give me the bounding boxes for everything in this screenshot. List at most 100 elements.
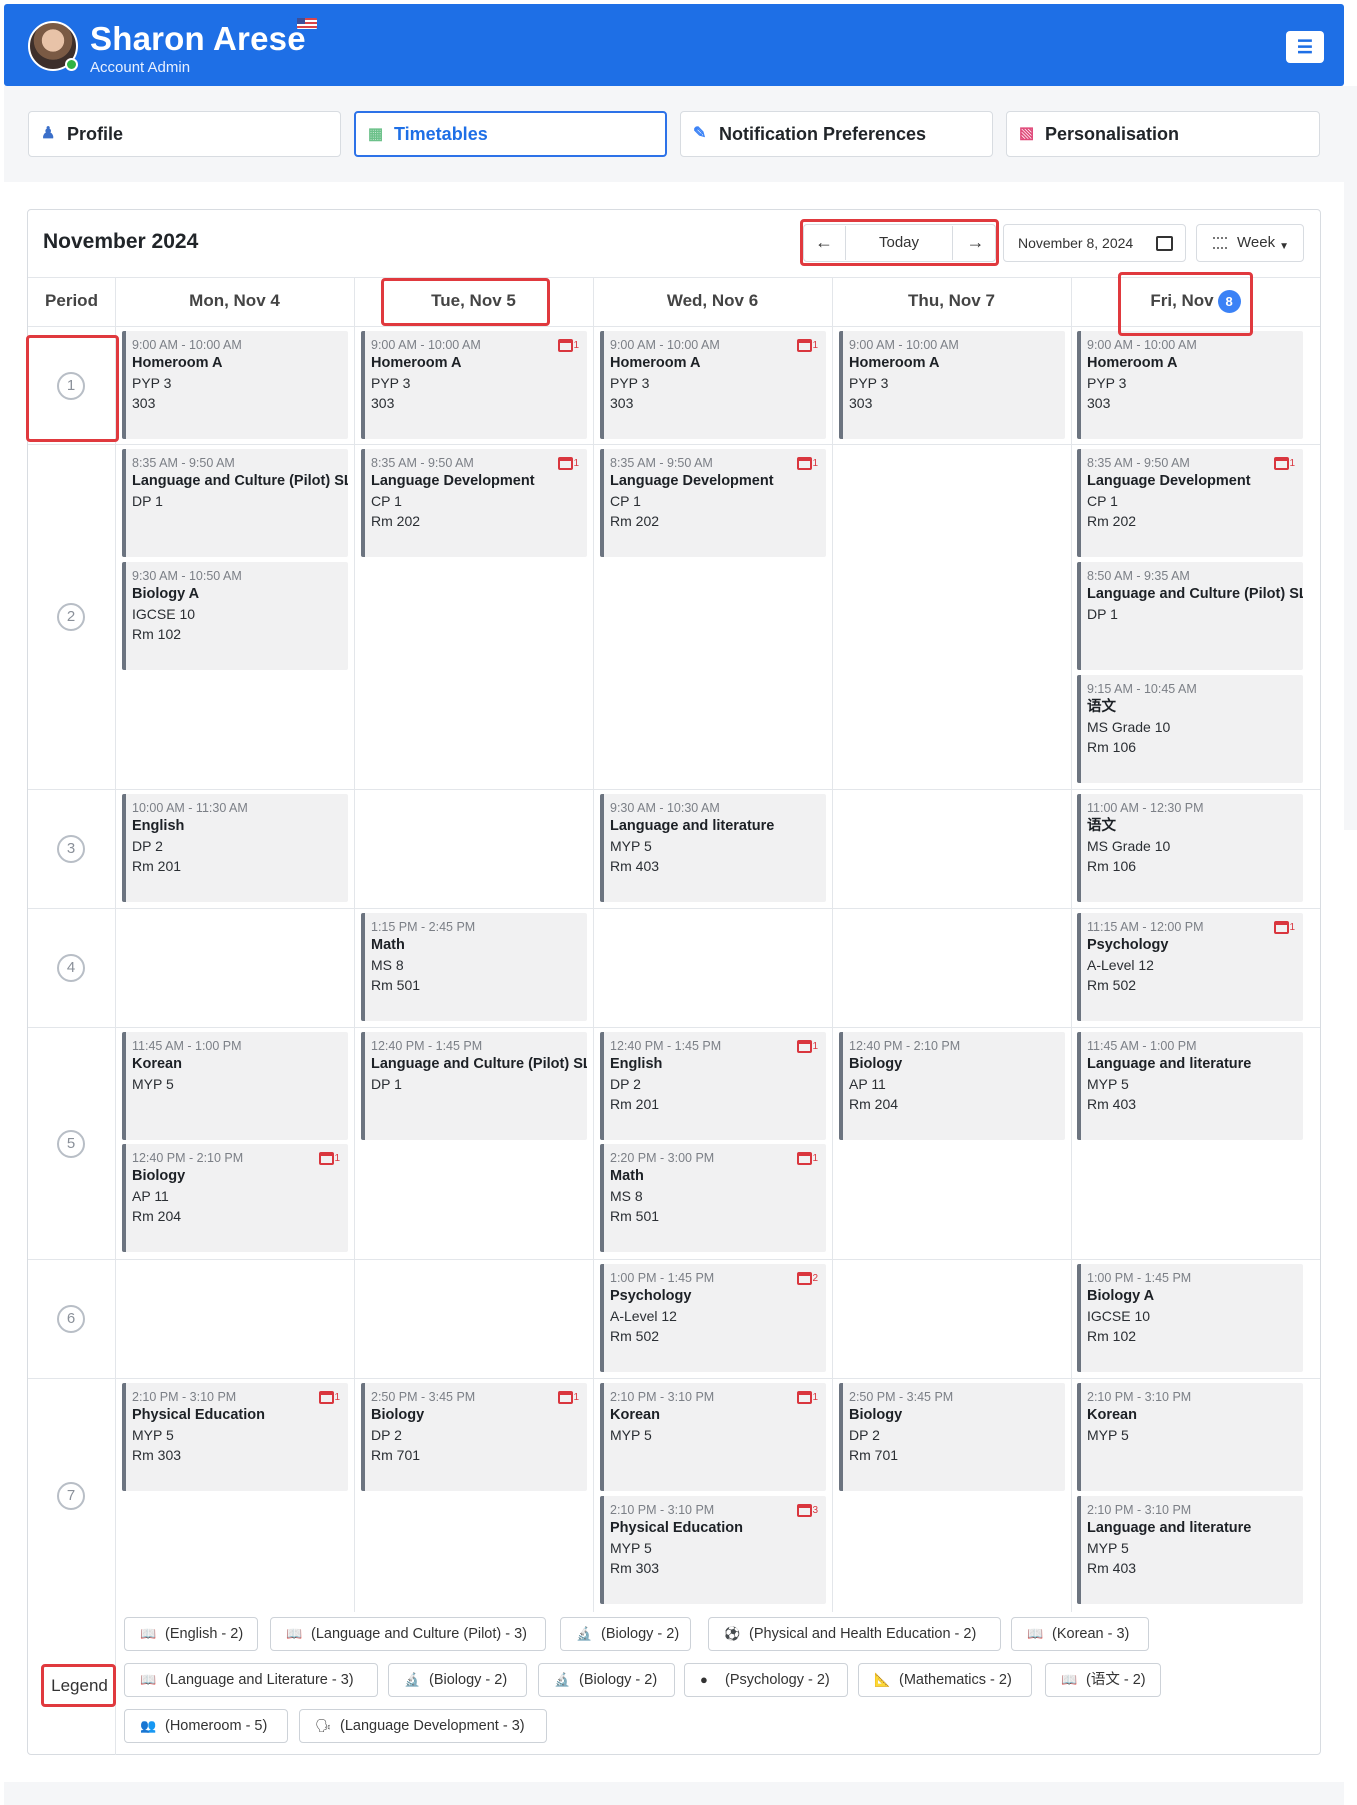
event-detail: Rm 106 <box>1087 858 1137 874</box>
event-detail: MS 8 <box>610 1188 643 1204</box>
calendar-alert-badge[interactable]: 1 <box>319 1152 340 1166</box>
legend-chip[interactable]: 📖 (Korean - 3) <box>1011 1617 1149 1651</box>
timetable-event[interactable]: 12:40 PM - 2:10 PM Biology AP 11 Rm 204 1 <box>122 1144 348 1252</box>
timetable-event[interactable]: 9:00 AM - 10:00 AM Homeroom A PYP 3 303 1 <box>600 331 826 439</box>
view-select[interactable]: Week ▼ <box>1196 224 1304 262</box>
tab-personalisation-label: Personalisation <box>1045 124 1180 144</box>
day-header-wed[interactable]: Wed, Nov 6 <box>593 278 832 326</box>
calendar-alert-badge[interactable]: 1 <box>797 339 818 353</box>
calendar-alert-icon <box>797 1391 813 1404</box>
timetable-event[interactable]: 9:15 AM - 10:45 AM 语文 MS Grade 10 Rm 106 <box>1077 675 1303 783</box>
day-header-tue[interactable]: Tue, Nov 5 <box>354 278 593 326</box>
calendar-alert-badge[interactable]: 1 <box>1274 921 1295 935</box>
event-name: English <box>610 1056 663 1072</box>
legend-chip[interactable]: 📐 (Mathematics - 2) <box>858 1663 1032 1697</box>
timetable-event[interactable]: 8:35 AM - 9:50 AM Language and Culture (P… <box>122 449 348 557</box>
legend-chip[interactable]: 🔬 (Biology - 2) <box>388 1663 527 1697</box>
timetable-event[interactable]: 9:30 AM - 10:30 AM Language and literatur… <box>600 794 826 902</box>
event-name: Biology <box>371 1407 425 1423</box>
event-time: 1:15 PM - 2:45 PM <box>371 920 476 934</box>
calendar-alert-badge[interactable]: 1 <box>319 1391 340 1405</box>
timetable-event[interactable]: 1:15 PM - 2:45 PM Math MS 8 Rm 501 <box>361 913 587 1021</box>
timetable-event[interactable]: 8:50 AM - 9:35 AM Language and Culture (P… <box>1077 562 1303 670</box>
timetable-event[interactable]: 8:35 AM - 9:50 AM Language Development CP … <box>1077 449 1303 557</box>
timetable-event[interactable]: 11:15 AM - 12:00 PM Psychology A-Level 12 R… <box>1077 913 1303 1021</box>
today-button[interactable]: Today <box>845 226 953 260</box>
event-detail: 303 <box>849 395 873 411</box>
personalisation-icon: ▧ <box>1019 125 1035 142</box>
timetable-event[interactable]: 2:20 PM - 3:00 PM Math MS 8 Rm 501 1 <box>600 1144 826 1252</box>
legend-chip[interactable]: 📖 (Language and Literature - 3) <box>124 1663 378 1697</box>
calendar-alert-badge[interactable]: 1 <box>558 457 579 471</box>
tab-timetables[interactable]: ▦ Timetables <box>354 111 667 157</box>
day-header-thu[interactable]: Thu, Nov 7 <box>832 278 1071 326</box>
tab-profile[interactable]: ♟ Profile <box>28 111 341 157</box>
timetable-event[interactable]: 11:45 AM - 1:00 PM Language and literatur… <box>1077 1032 1303 1140</box>
timetable-event[interactable]: 10:00 AM - 11:30 AM English DP 2 Rm 201 <box>122 794 348 902</box>
timetable-event[interactable]: 9:00 AM - 10:00 AM Homeroom A PYP 3 303 1 <box>361 331 587 439</box>
calendar-alert-badge[interactable]: 1 <box>558 1391 579 1405</box>
timetable-event[interactable]: 8:35 AM - 9:50 AM Language Development CP … <box>600 449 826 557</box>
timetable-event[interactable]: 9:00 AM - 10:00 AM Homeroom A PYP 3 303 <box>839 331 1065 439</box>
legend-chip[interactable]: ⚽ (Physical and Health Education - 2) <box>708 1617 1001 1651</box>
event-detail: Rm 701 <box>849 1447 899 1463</box>
day-header-fri[interactable]: Fri, Nov 8 <box>1071 278 1320 326</box>
legend-chip[interactable]: 📖 (Language and Culture (Pilot) - 3) <box>270 1617 546 1651</box>
legend-chip[interactable]: 📖 (English - 2) <box>124 1617 258 1651</box>
period-number: 3 <box>57 835 85 863</box>
calendar-alert-badge[interactable]: 1 <box>797 457 818 471</box>
event-name: 语文 <box>1087 699 1116 715</box>
timetable-event[interactable]: 9:00 AM - 10:00 AM Homeroom A PYP 3 303 <box>1077 331 1303 439</box>
timetable-event[interactable]: 2:50 PM - 3:45 PM Biology DP 2 Rm 701 <box>839 1383 1065 1491</box>
calendar-alert-badge[interactable]: 3 <box>797 1504 818 1518</box>
calendar-alert-badge[interactable]: 2 <box>797 1272 818 1286</box>
event-time: 8:50 AM - 9:35 AM <box>1087 569 1190 583</box>
menu-list-button[interactable]: ☰ <box>1286 31 1324 63</box>
calendar-alert-badge[interactable]: 1 <box>797 1391 818 1405</box>
prev-week-button[interactable]: ← <box>803 224 845 262</box>
book-icon: 📖 <box>140 1626 157 1641</box>
legend-chip[interactable]: 🔬 (Biology - 2) <box>538 1663 675 1697</box>
legend-chip[interactable]: 🗣 (Language Development - 3) <box>299 1709 547 1743</box>
legend-chip[interactable]: 👥 (Homeroom - 5) <box>124 1709 288 1743</box>
timetable-event[interactable]: 2:10 PM - 3:10 PM Physical Education MYP 5… <box>122 1383 348 1491</box>
timetable-event[interactable]: 2:50 PM - 3:45 PM Biology DP 2 Rm 701 1 <box>361 1383 587 1491</box>
legend-chip[interactable]: 🔬 (Biology - 2) <box>560 1617 691 1651</box>
date-picker-input[interactable]: November 8, 2024 <box>1003 224 1186 262</box>
timetable-event[interactable]: 2:10 PM - 3:10 PM Korean MYP 5 1 <box>600 1383 826 1491</box>
timetable-event[interactable]: 12:40 PM - 2:10 PM Biology AP 11 Rm 204 <box>839 1032 1065 1140</box>
timetable-event[interactable]: 12:40 PM - 1:45 PM Language and Culture (… <box>361 1032 587 1140</box>
tab-personalisation[interactable]: ▧ Personalisation <box>1006 111 1320 157</box>
alert-count: 1 <box>812 458 818 470</box>
timetable-event[interactable]: 8:35 AM - 9:50 AM Language Development CP … <box>361 449 587 557</box>
legend-chip[interactable]: 📖 (语文 - 2) <box>1045 1663 1161 1697</box>
legend-chip[interactable]: ● (Psychology - 2) <box>684 1663 848 1697</box>
calendar-alert-badge[interactable]: 1 <box>797 1152 818 1166</box>
calendar-alert-badge[interactable]: 1 <box>1274 457 1295 471</box>
next-week-button[interactable]: → <box>955 224 996 262</box>
timetable-event[interactable]: 2:10 PM - 3:10 PM Physical Education MYP 5… <box>600 1496 826 1604</box>
day-header-mon[interactable]: Mon, Nov 4 <box>115 278 354 326</box>
timetable-event[interactable]: 2:10 PM - 3:10 PM Language and literature… <box>1077 1496 1303 1604</box>
calendar-alert-icon <box>558 457 574 470</box>
tab-notification-preferences[interactable]: ✎ Notification Preferences <box>680 111 993 157</box>
timetable-event[interactable]: 9:30 AM - 10:50 AM Biology A IGCSE 10 Rm 10… <box>122 562 348 670</box>
date-value: November 8, 2024 <box>1018 235 1134 251</box>
microscope-icon: 🔬 <box>554 1672 571 1687</box>
timetable-event[interactable]: 12:40 PM - 1:45 PM English DP 2 Rm 201 1 <box>600 1032 826 1140</box>
alert-count: 1 <box>573 1392 579 1404</box>
avatar[interactable] <box>28 21 78 71</box>
timetable-event[interactable]: 9:00 AM - 10:00 AM Homeroom A PYP 3 303 <box>122 331 348 439</box>
event-detail: Rm 303 <box>610 1560 660 1576</box>
timetable-event[interactable]: 11:45 AM - 1:00 PM Korean MYP 5 <box>122 1032 348 1140</box>
timetable-event[interactable]: 1:00 PM - 1:45 PM Psychology A-Level 12 Rm … <box>600 1264 826 1372</box>
timetable-event[interactable]: 11:00 AM - 12:30 PM 语文 MS Grade 10 Rm 106 <box>1077 794 1303 902</box>
book-icon: 📖 <box>286 1626 303 1641</box>
calendar-alert-badge[interactable]: 1 <box>558 339 579 353</box>
timetable-event[interactable]: 2:10 PM - 3:10 PM Korean MYP 5 <box>1077 1383 1303 1491</box>
legend-label: Legend <box>51 1676 108 1695</box>
timetable-event[interactable]: 1:00 PM - 1:45 PM Biology A IGCSE 10 Rm 102 <box>1077 1264 1303 1372</box>
event-detail: MYP 5 <box>1087 1427 1129 1443</box>
alert-count: 1 <box>812 1392 818 1404</box>
calendar-alert-badge[interactable]: 1 <box>797 1040 818 1054</box>
